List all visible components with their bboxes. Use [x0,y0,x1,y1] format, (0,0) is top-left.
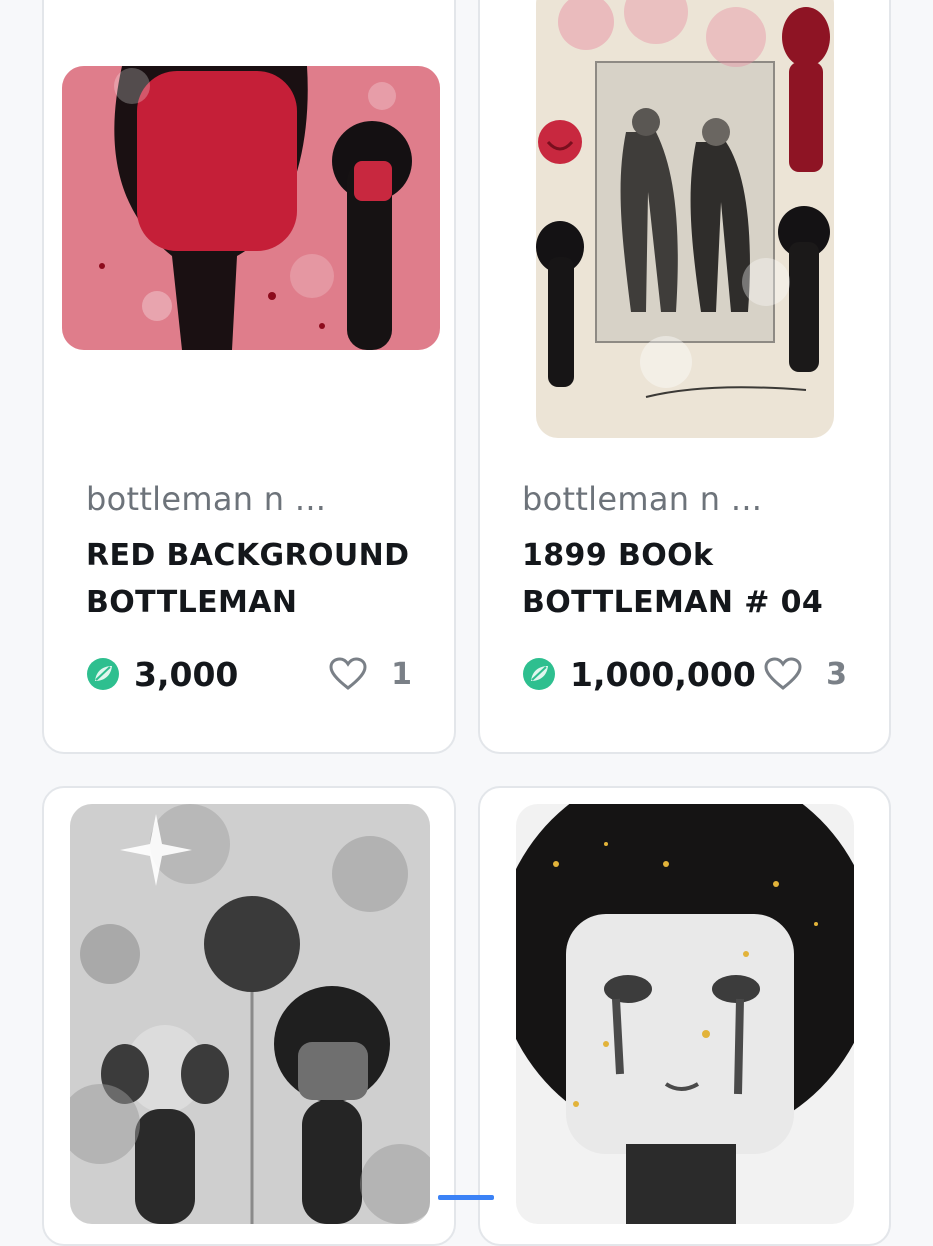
token-leaf-icon [87,658,119,690]
scroll-indicator [438,1195,494,1200]
creator-name[interactable]: bottleman n ... [86,480,326,518]
price-value: 1,000,000 [570,654,756,694]
nft-card[interactable]: bottleman n ... RED BACKGROUND BOTTLEMAN… [42,0,456,754]
artwork-image[interactable] [70,804,430,1224]
nft-card[interactable] [478,786,891,1246]
artwork-title[interactable]: RED BACKGROUND BOTTLEMAN [86,532,424,626]
artwork-image[interactable] [62,66,440,350]
artwork-image[interactable] [536,0,834,438]
like-button[interactable]: 1 [329,657,412,692]
token-leaf-icon [523,658,555,690]
artwork-title[interactable]: 1899 BOOk BOTTLEMAN # 04 [522,532,859,626]
price-value: 3,000 [134,654,239,694]
like-button[interactable]: 3 [764,657,847,692]
nft-card[interactable]: bottleman n ... 1899 BOOk BOTTLEMAN # 04… [478,0,891,754]
price-row: 3,000 1 [86,652,412,696]
heart-outline-icon [764,657,802,690]
like-count: 3 [826,656,847,692]
heart-outline-icon [329,657,367,690]
creator-name[interactable]: bottleman n ... [522,480,762,518]
price-row: 1,000,000 3 [522,652,847,696]
like-count: 1 [391,656,412,692]
nft-card[interactable] [42,786,456,1246]
artwork-image[interactable] [516,804,854,1224]
